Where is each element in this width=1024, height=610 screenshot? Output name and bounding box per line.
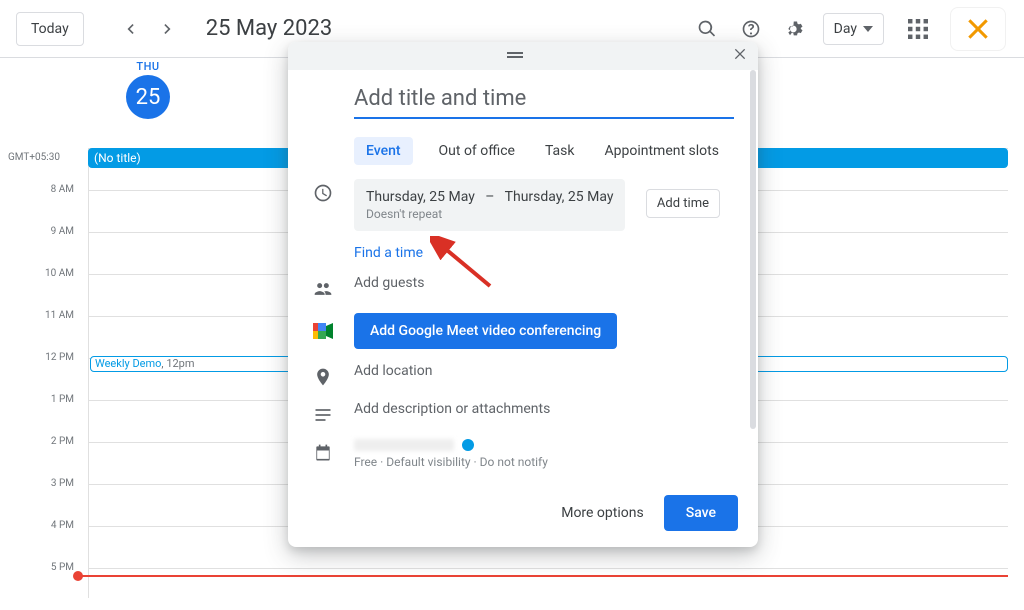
clock-icon xyxy=(310,179,336,203)
help-button[interactable] xyxy=(735,13,767,45)
hour-label: 3 PM xyxy=(0,478,74,489)
google-apps-button[interactable] xyxy=(902,13,934,45)
save-button[interactable]: Save xyxy=(664,495,738,531)
view-switcher[interactable]: Day xyxy=(823,13,884,45)
quick-add-event-modal: Event Out of office Task Appointment slo… xyxy=(288,42,758,547)
time-range-card[interactable]: Thursday, 25 May – Thursday, 25 May Does… xyxy=(354,179,625,231)
hour-label: 12 PM xyxy=(0,352,74,363)
modal-titlebar[interactable] xyxy=(288,42,758,70)
hour-label: 11 AM xyxy=(0,310,74,321)
settings-button[interactable] xyxy=(779,13,811,45)
date-separator: – xyxy=(485,189,494,205)
find-a-time-link[interactable]: Find a time xyxy=(354,245,736,261)
end-date: Thursday, 25 May xyxy=(505,189,614,205)
event-title: Weekly Demo xyxy=(95,357,161,370)
hour-label: 4 PM xyxy=(0,520,74,531)
event-type-tabs: Event Out of office Task Appointment slo… xyxy=(354,137,736,165)
people-icon xyxy=(310,275,336,299)
close-button[interactable] xyxy=(732,46,748,66)
event-title-input[interactable] xyxy=(354,80,734,119)
extension-button[interactable] xyxy=(950,7,1006,51)
more-options-button[interactable]: More options xyxy=(561,505,644,521)
add-description-field[interactable]: Add description or attachments xyxy=(354,401,736,417)
modal-scrollbar[interactable] xyxy=(750,70,756,429)
view-label: Day xyxy=(834,21,857,37)
repeat-label[interactable]: Doesn't repeat xyxy=(366,207,613,221)
add-meet-button[interactable]: Add Google Meet video conferencing xyxy=(354,313,617,349)
guests-row: Add guests xyxy=(310,275,736,299)
time-row: Thursday, 25 May – Thursday, 25 May Does… xyxy=(310,179,736,231)
current-date-label: 25 May 2023 xyxy=(206,16,333,41)
calendar-selector[interactable] xyxy=(354,439,736,451)
gear-icon xyxy=(785,19,805,39)
location-row: Add location xyxy=(310,363,736,387)
hour-label: 10 AM xyxy=(0,268,74,279)
hour-label: 1 PM xyxy=(0,394,74,405)
location-icon xyxy=(310,363,336,387)
meet-row: Add Google Meet video conferencing xyxy=(310,313,736,349)
modal-footer: More options Save xyxy=(288,483,758,547)
description-row: Add description or attachments xyxy=(310,401,736,425)
hour-label: 9 AM xyxy=(0,226,74,237)
help-icon xyxy=(741,19,761,39)
hour-label: 8 AM xyxy=(0,184,74,195)
prev-day-button[interactable] xyxy=(114,13,146,45)
tab-task[interactable]: Task xyxy=(541,137,579,165)
search-icon xyxy=(697,19,717,39)
calendar-color-dot xyxy=(462,439,474,451)
start-date: Thursday, 25 May xyxy=(366,189,475,205)
chevron-right-icon xyxy=(158,19,178,39)
calendar-row: Free · Default visibility · Do not notif… xyxy=(310,439,736,469)
caret-down-icon xyxy=(863,26,873,32)
calendar-name-redacted xyxy=(354,439,454,451)
next-day-button[interactable] xyxy=(152,13,184,45)
add-guests-field[interactable]: Add guests xyxy=(354,275,736,291)
google-meet-icon xyxy=(310,313,336,341)
day-of-week-label: THU xyxy=(88,60,208,73)
tab-appointment-slots[interactable]: Appointment slots xyxy=(601,137,723,165)
search-button[interactable] xyxy=(691,13,723,45)
tab-out-of-office[interactable]: Out of office xyxy=(435,137,519,165)
nav-arrows xyxy=(114,13,184,45)
apps-grid-icon xyxy=(908,19,928,39)
day-column-header: THU 25 xyxy=(88,60,208,119)
add-location-field[interactable]: Add location xyxy=(354,363,736,379)
calendar-meta[interactable]: Free · Default visibility · Do not notif… xyxy=(354,455,736,469)
tab-event[interactable]: Event xyxy=(354,137,413,165)
day-number-badge[interactable]: 25 xyxy=(126,75,170,119)
hour-label: 2 PM xyxy=(0,436,74,447)
add-time-button[interactable]: Add time xyxy=(646,189,720,218)
current-time-indicator xyxy=(78,575,1008,577)
chevron-left-icon xyxy=(120,19,140,39)
calendar-icon xyxy=(310,439,336,463)
description-icon xyxy=(310,401,336,425)
close-icon xyxy=(732,46,748,62)
hour-label: 5 PM xyxy=(0,562,74,573)
extension-x-icon xyxy=(965,16,991,42)
drag-handle-icon[interactable] xyxy=(507,47,523,66)
today-button[interactable]: Today xyxy=(16,12,84,46)
event-time: , 12pm xyxy=(161,357,194,370)
